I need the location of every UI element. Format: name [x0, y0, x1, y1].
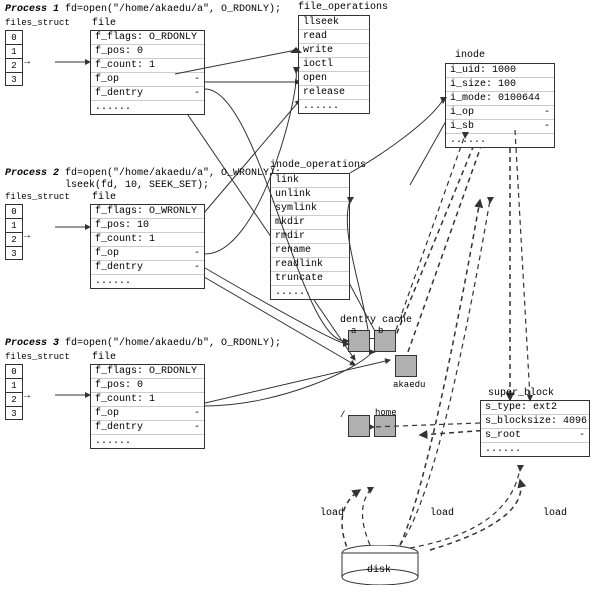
process3-fsstruct-label: files_struct	[5, 352, 70, 362]
p1-row-4: f_dentry-	[91, 87, 204, 101]
inode-row-2: i_mode: 0100644	[446, 92, 554, 106]
p3-row-0: f_flags: O_RDONLY	[91, 365, 204, 379]
p3-row-2: f_count: 1	[91, 393, 204, 407]
p1-row-3: f_op-	[91, 73, 204, 87]
p3-row-5: ......	[91, 435, 204, 448]
inode-box: i_uid: 1000 i_size: 100 i_mode: 0100644 …	[445, 63, 555, 148]
process3-fd3-arrow: →	[24, 391, 30, 402]
p3-row-1: f_pos: 0	[91, 379, 204, 393]
p1-row-2: f_count: 1	[91, 59, 204, 73]
load-label-3: load	[543, 508, 567, 519]
p2-row-1: f_pos: 10	[91, 219, 204, 233]
super-block-label: super_block	[488, 388, 554, 399]
load-label-1: load	[320, 508, 344, 519]
process2-fsstruct-label: files_struct	[5, 192, 70, 202]
iop-row-2: symlink	[271, 202, 349, 216]
iop-row-6: readlink	[271, 258, 349, 272]
p1-row-1: f_pos: 0	[91, 45, 204, 59]
process2-label: Process 2	[5, 168, 59, 179]
iop-row-4: rmdir	[271, 230, 349, 244]
iop-row-0: link	[271, 174, 349, 188]
inode-label: inode	[455, 50, 485, 61]
p2-row-0: f_flags: O_WRONLY	[91, 205, 204, 219]
sb-row-2: s_root-	[481, 429, 589, 443]
iop-row-3: mkdir	[271, 216, 349, 230]
process3-fsstruct-col: 0 1 2 3	[5, 364, 23, 420]
p1-row-0: f_flags: O_RDONLY	[91, 31, 204, 45]
process1-fsstruct-label: files_struct	[5, 18, 70, 28]
sb-row-0: s_type: ext2	[481, 401, 589, 415]
fop-row-6: ......	[299, 100, 369, 113]
dentry-home	[374, 415, 396, 437]
dentry-home-label: home	[375, 408, 397, 418]
fop-row-1: read	[299, 30, 369, 44]
dentry-a-label: a	[351, 326, 356, 336]
dentry-slash-label: /	[340, 410, 345, 420]
iop-row-1: unlink	[271, 188, 349, 202]
p3-row-4: f_dentry-	[91, 421, 204, 435]
dentry-cache-label: dentry cache	[340, 315, 412, 326]
diagram: Process 1 fd=open("/home/akaedu/a", O_RD…	[0, 0, 600, 606]
process2-file-box: f_flags: O_WRONLY f_pos: 10 f_count: 1 f…	[90, 204, 205, 289]
process1-label: Process 1	[5, 4, 59, 15]
process3-file-box: f_flags: O_RDONLY f_pos: 0 f_count: 1 f_…	[90, 364, 205, 449]
process1-fsstruct-col: 0 1 2 3	[5, 30, 23, 86]
fop-row-2: write	[299, 44, 369, 58]
p2-row-4: f_dentry-	[91, 261, 204, 275]
process1-cmd: fd=open("/home/akaedu/a", O_RDONLY);	[65, 4, 281, 15]
process1-fd3-arrow: →	[24, 57, 30, 68]
p2-row-2: f_count: 1	[91, 233, 204, 247]
process3-file-label: file	[92, 352, 116, 363]
dentry-ab-connector	[370, 338, 374, 340]
iop-row-7: truncate	[271, 272, 349, 286]
p3-row-3: f_op-	[91, 407, 204, 421]
process2-cmd2: lseek(fd, 10, SEEK_SET);	[65, 180, 209, 191]
inode-operations-label: inode_operations	[270, 160, 366, 171]
fop-row-5: release	[299, 86, 369, 100]
inode-row-1: i_size: 100	[446, 78, 554, 92]
dentry-root	[348, 415, 370, 437]
inode-operations-box: link unlink symlink mkdir rmdir rename r…	[270, 173, 350, 300]
load-label-2: load	[430, 508, 454, 519]
fop-row-4: open	[299, 72, 369, 86]
p1-row-5: ......	[91, 101, 204, 114]
p2-row-3: f_op-	[91, 247, 204, 261]
inode-row-3: i_op-	[446, 106, 554, 120]
dentry-akaedu-label: akaedu	[393, 380, 425, 390]
file-operations-label: file_operations	[298, 2, 388, 13]
inode-row-4: i_sb-	[446, 120, 554, 134]
process1-file-box: f_flags: O_RDONLY f_pos: 0 f_count: 1 f_…	[90, 30, 205, 115]
process1-file-label: file	[92, 18, 116, 29]
dentry-akaedu	[395, 355, 417, 377]
disk-label: disk	[367, 565, 391, 576]
process2-fd3-arrow: →	[24, 231, 30, 242]
process2-file-label: file	[92, 192, 116, 203]
file-operations-box: llseek read write ioctl open release ...…	[298, 15, 370, 114]
sb-row-1: s_blocksize: 4096	[481, 415, 589, 429]
iop-row-8: ......	[271, 286, 349, 299]
iop-row-5: rename	[271, 244, 349, 258]
process3-label: Process 3	[5, 338, 59, 349]
p2-row-5: ......	[91, 275, 204, 288]
process3-cmd: fd=open("/home/akaedu/b", O_RDONLY);	[65, 338, 281, 349]
fop-row-0: llseek	[299, 16, 369, 30]
dentry-b-label: b	[378, 326, 383, 336]
inode-row-0: i_uid: 1000	[446, 64, 554, 78]
super-block-box: s_type: ext2 s_blocksize: 4096 s_root- .…	[480, 400, 590, 457]
process2-cmd1: fd=open("/home/akaedu/a", O_WRONLY);	[65, 168, 281, 179]
fop-row-3: ioctl	[299, 58, 369, 72]
process2-fsstruct-col: 0 1 2 3	[5, 204, 23, 260]
inode-row-5: ......	[446, 134, 554, 147]
sb-row-3: ......	[481, 443, 589, 456]
